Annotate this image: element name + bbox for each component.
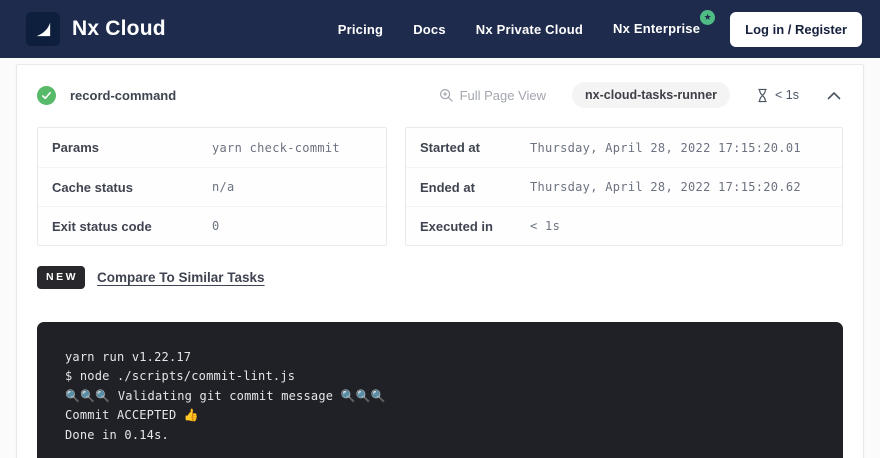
page-body: record-command Full Page View xyxy=(0,58,880,458)
magnifier-plus-icon xyxy=(439,88,454,103)
nav-link-nx-enterprise-wrap: Nx Enterprise ★ xyxy=(613,20,700,38)
timing-panel: Started at Thursday, April 28, 2022 17:1… xyxy=(405,127,843,246)
collapse-button[interactable] xyxy=(825,89,843,102)
success-check-icon xyxy=(37,86,56,105)
detail-row-executed-in: Executed in < 1s xyxy=(406,206,842,245)
detail-label: Started at xyxy=(420,140,530,155)
top-navbar: Nx Cloud Pricing Docs Nx Private Cloud N… xyxy=(0,0,880,58)
navbar-links: Pricing Docs Nx Private Cloud Nx Enterpr… xyxy=(338,12,862,47)
task-header-left: record-command xyxy=(37,86,176,105)
detail-value: n/a xyxy=(212,180,235,194)
detail-row-exit-status: Exit status code 0 xyxy=(38,206,386,245)
full-page-view-link[interactable]: Full Page View xyxy=(439,88,546,103)
nav-link-nx-private-cloud[interactable]: Nx Private Cloud xyxy=(476,22,583,37)
terminal-output: yarn run v1.22.17 $ node ./scripts/commi… xyxy=(37,322,843,458)
terminal-line: 🔍🔍🔍 Validating git commit message 🔍🔍🔍 xyxy=(65,387,815,407)
terminal-line: Commit ACCEPTED 👍 xyxy=(65,406,815,426)
detail-label: Cache status xyxy=(52,180,212,195)
detail-panels: Params yarn check-commit Cache status n/… xyxy=(37,127,843,246)
task-run-card: record-command Full Page View xyxy=(16,64,864,458)
new-badge: NEW xyxy=(37,266,85,289)
nav-link-pricing[interactable]: Pricing xyxy=(338,22,383,37)
nx-logo-icon xyxy=(26,12,60,46)
detail-label: Exit status code xyxy=(52,219,212,234)
detail-row-params: Params yarn check-commit xyxy=(38,128,386,167)
task-title: record-command xyxy=(70,88,176,103)
detail-row-ended-at: Ended at Thursday, April 28, 2022 17:15:… xyxy=(406,167,842,206)
hourglass-icon xyxy=(756,88,769,103)
detail-label: Ended at xyxy=(420,180,530,195)
detail-value: yarn check-commit xyxy=(212,141,340,155)
task-duration-label: < 1s xyxy=(775,88,799,102)
task-card-header: record-command Full Page View xyxy=(37,79,843,111)
brand-nx-cloud[interactable]: Nx Cloud xyxy=(26,12,166,46)
detail-row-cache-status: Cache status n/a xyxy=(38,167,386,206)
runner-badge: nx-cloud-tasks-runner xyxy=(572,82,730,108)
compare-to-similar-tasks-link[interactable]: Compare To Similar Tasks xyxy=(97,270,265,285)
brand-title: Nx Cloud xyxy=(72,17,166,41)
chevron-up-icon xyxy=(827,91,841,100)
detail-value: Thursday, April 28, 2022 17:15:20.01 xyxy=(530,141,801,155)
terminal-line: yarn run v1.22.17 xyxy=(65,348,815,368)
app-root: Nx Cloud Pricing Docs Nx Private Cloud N… xyxy=(0,0,880,458)
detail-label: Executed in xyxy=(420,219,530,234)
terminal-line: $ node ./scripts/commit-lint.js xyxy=(65,367,815,387)
nav-link-nx-enterprise[interactable]: Nx Enterprise xyxy=(613,21,700,36)
params-panel: Params yarn check-commit Cache status n/… xyxy=(37,127,387,246)
detail-value: 0 xyxy=(212,219,220,233)
task-duration: < 1s xyxy=(756,88,799,103)
detail-value: < 1s xyxy=(530,219,560,233)
terminal-line: Done in 0.14s. xyxy=(65,426,815,446)
enterprise-star-badge-icon: ★ xyxy=(700,10,715,25)
nav-link-docs[interactable]: Docs xyxy=(413,22,446,37)
detail-row-started-at: Started at Thursday, April 28, 2022 17:1… xyxy=(406,128,842,167)
task-header-right: Full Page View nx-cloud-tasks-runner < 1… xyxy=(439,82,843,108)
detail-value: Thursday, April 28, 2022 17:15:20.62 xyxy=(530,180,801,194)
detail-label: Params xyxy=(52,140,212,155)
compare-row: NEW Compare To Similar Tasks xyxy=(37,266,843,289)
login-register-button[interactable]: Log in / Register xyxy=(730,12,862,47)
full-page-view-label: Full Page View xyxy=(460,88,546,103)
